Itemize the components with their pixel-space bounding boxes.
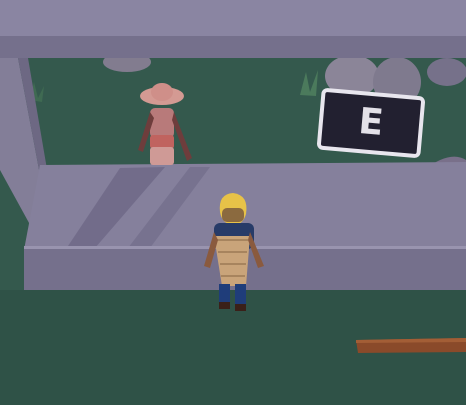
rock [427, 58, 466, 86]
interact-key-prompt: E [316, 87, 426, 159]
game-scene: E [0, 0, 466, 405]
wall-top-beam [0, 0, 466, 40]
keyboard-key-icon: E [357, 101, 386, 144]
scene-art [0, 0, 466, 405]
wall-top-beam-face [0, 36, 466, 58]
